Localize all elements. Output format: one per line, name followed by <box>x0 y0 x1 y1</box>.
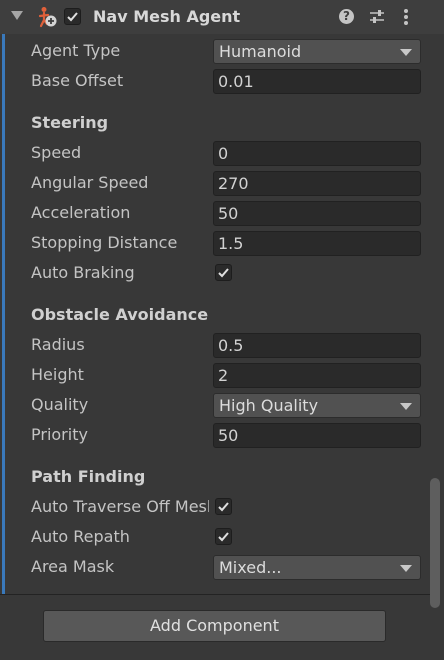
base-offset-label: Base Offset <box>31 71 124 90</box>
checkmark-icon <box>67 12 78 22</box>
component-header[interactable]: Nav Mesh Agent ? <box>0 0 444 34</box>
component-title: Nav Mesh Agent <box>93 7 241 26</box>
auto-braking-label: Auto Braking <box>31 263 135 282</box>
auto-repath-checkbox[interactable] <box>215 528 232 545</box>
checkmark-icon <box>218 502 229 512</box>
auto-traverse-label: Auto Traverse Off Mesh Link <box>31 497 209 516</box>
height-label: Height <box>31 365 84 384</box>
help-icon[interactable]: ? <box>339 9 354 24</box>
agent-type-label: Agent Type <box>31 41 121 60</box>
checkmark-icon <box>218 268 229 278</box>
priority-field[interactable]: 50 <box>213 423 421 448</box>
kebab-menu-icon[interactable] <box>400 7 412 27</box>
nav-mesh-agent-icon <box>38 7 57 28</box>
priority-label: Priority <box>31 425 88 444</box>
speed-label: Speed <box>31 143 82 162</box>
path-finding-header: Path Finding <box>31 467 146 486</box>
acceleration-field[interactable]: 50 <box>213 201 421 226</box>
quality-label: Quality <box>31 395 89 414</box>
auto-braking-checkbox[interactable] <box>215 264 232 281</box>
acceleration-label: Acceleration <box>31 203 131 222</box>
quality-dropdown[interactable]: High Quality <box>213 393 421 418</box>
agent-type-value: Humanoid <box>219 42 302 61</box>
angular-speed-label: Angular Speed <box>31 173 149 192</box>
auto-traverse-checkbox[interactable] <box>215 498 232 515</box>
checkmark-icon <box>218 532 229 542</box>
radius-field[interactable]: 0.5 <box>213 333 421 358</box>
quality-value: High Quality <box>219 396 319 415</box>
area-mask-value: Mixed... <box>219 558 282 577</box>
presets-sliders-icon[interactable] <box>369 9 385 25</box>
agent-type-dropdown[interactable]: Humanoid <box>213 39 421 64</box>
scrollbar-thumb[interactable] <box>430 478 440 608</box>
radius-label: Radius <box>31 335 85 354</box>
area-mask-dropdown[interactable]: Mixed... <box>213 555 421 580</box>
add-component-button[interactable]: Add Component <box>43 610 386 642</box>
foldout-arrow-icon[interactable] <box>11 11 23 20</box>
component-enabled-checkbox[interactable] <box>64 8 81 25</box>
chevron-down-icon <box>400 403 412 410</box>
stopping-distance-field[interactable]: 1.5 <box>213 231 421 256</box>
auto-repath-label: Auto Repath <box>31 527 130 546</box>
stopping-distance-label: Stopping Distance <box>31 233 178 252</box>
chevron-down-icon <box>400 49 412 56</box>
angular-speed-field[interactable]: 270 <box>213 171 421 196</box>
selection-accent-bar <box>2 34 5 594</box>
chevron-down-icon <box>400 565 412 572</box>
area-mask-label: Area Mask <box>31 557 115 576</box>
steering-header: Steering <box>31 113 109 132</box>
base-offset-field[interactable]: 0.01 <box>213 69 421 94</box>
speed-field[interactable]: 0 <box>213 141 421 166</box>
height-field[interactable]: 2 <box>213 363 421 388</box>
inspector-divider <box>0 594 430 595</box>
obstacle-avoidance-header: Obstacle Avoidance <box>31 305 209 324</box>
